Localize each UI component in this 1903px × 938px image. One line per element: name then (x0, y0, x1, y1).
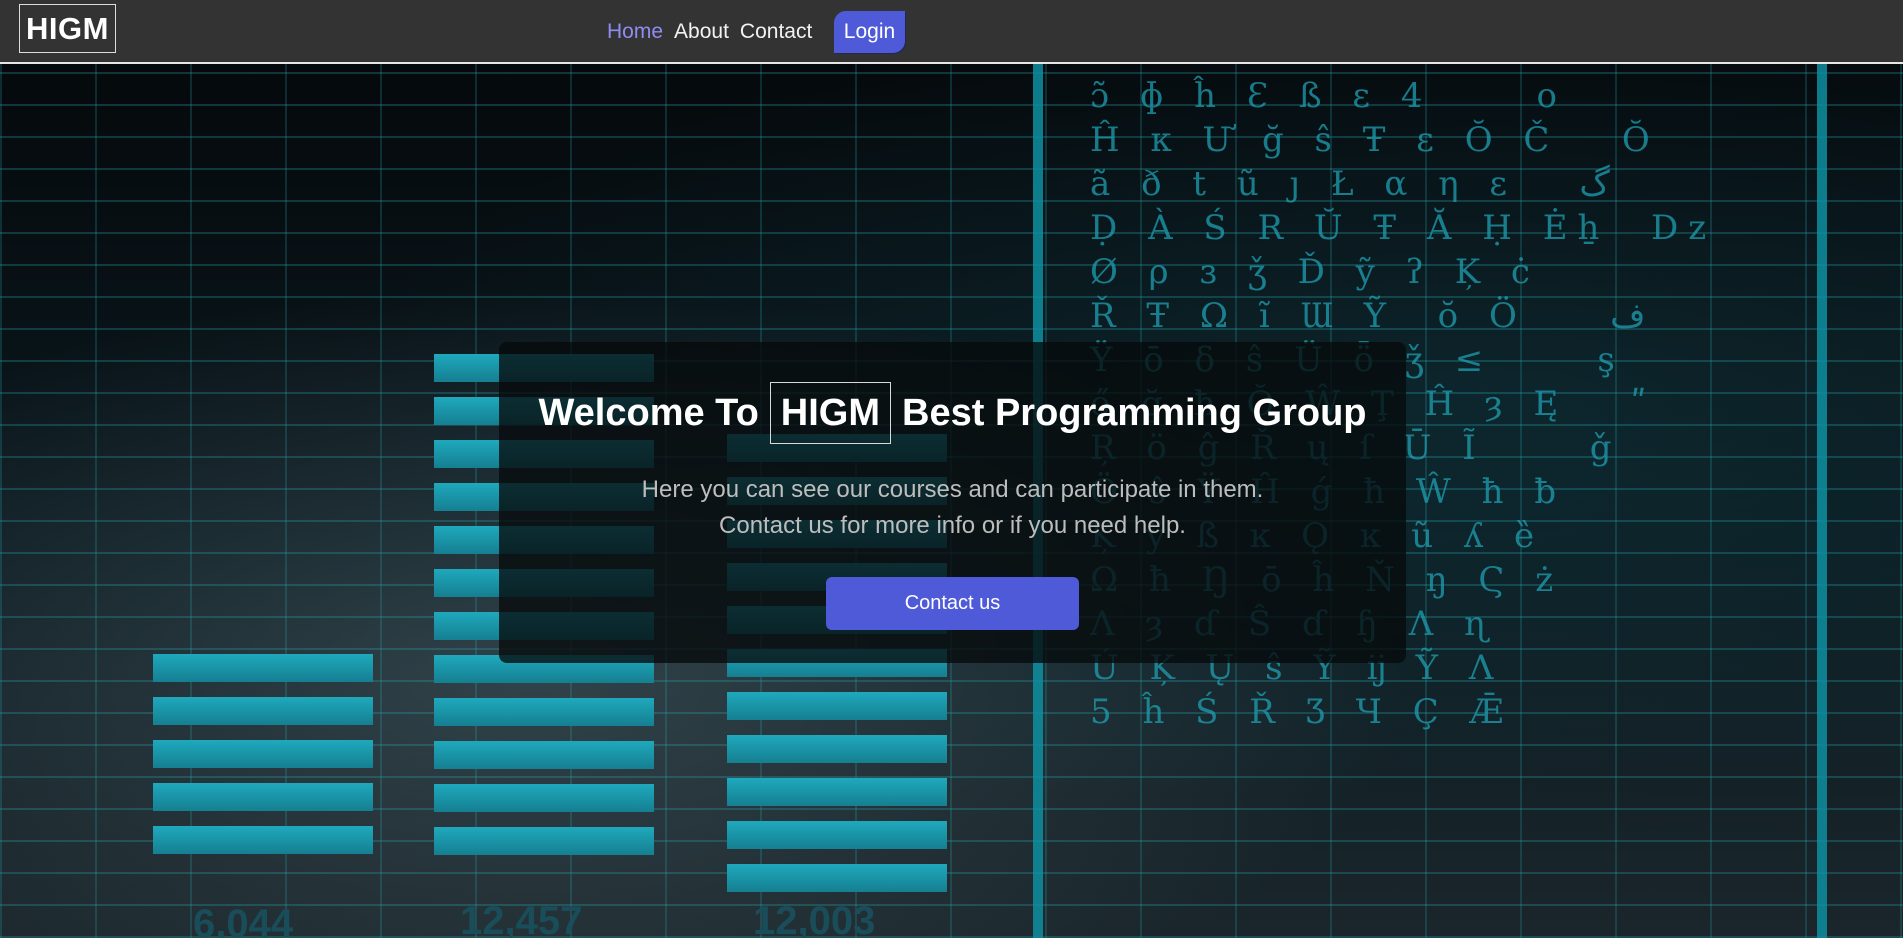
welcome-card: Welcome To HIGM Best Programming Group H… (499, 342, 1406, 663)
background-bar (434, 827, 654, 855)
background-bar (434, 698, 654, 726)
contact-us-button[interactable]: Contact us (826, 577, 1079, 630)
background-bar (434, 784, 654, 812)
headline-brand: HIGM (769, 382, 892, 444)
background-bar (153, 826, 373, 854)
background-number-3: 12,003 (753, 899, 876, 938)
description-line-2: Contact us for more info or if you need … (719, 512, 1186, 539)
headline-suffix: Best Programming Group (902, 391, 1367, 434)
nav-link-home[interactable]: Home (607, 20, 663, 44)
background-bar (153, 654, 373, 682)
background-number-2: 12,457 (460, 899, 583, 938)
background-bar (153, 783, 373, 811)
nav-links: Home About Contact (607, 20, 812, 44)
background-number-1: 6,044 (193, 902, 294, 938)
top-navbar: HIGM Home About Contact Login (0, 0, 1903, 64)
background-bar (153, 740, 373, 768)
background-bar (153, 697, 373, 725)
nav-link-about[interactable]: About (674, 20, 729, 44)
brand-logo[interactable]: HIGM (19, 4, 116, 53)
background-bar (727, 778, 947, 806)
background-bar (727, 692, 947, 720)
hero-headline: Welcome To HIGM Best Programming Group (499, 382, 1406, 444)
background-bar (727, 821, 947, 849)
background-bar (434, 741, 654, 769)
background-bar-stack-1 (153, 654, 373, 894)
background-pillar-right (1817, 64, 1827, 938)
login-button[interactable]: Login (834, 11, 905, 53)
hero-description: Here you can see our courses and can par… (499, 472, 1406, 544)
background-bar (727, 735, 947, 763)
background-bar (727, 864, 947, 892)
headline-prefix: Welcome To (538, 391, 759, 434)
description-line-1: Here you can see our courses and can par… (641, 476, 1264, 503)
nav-link-contact[interactable]: Contact (740, 20, 812, 44)
